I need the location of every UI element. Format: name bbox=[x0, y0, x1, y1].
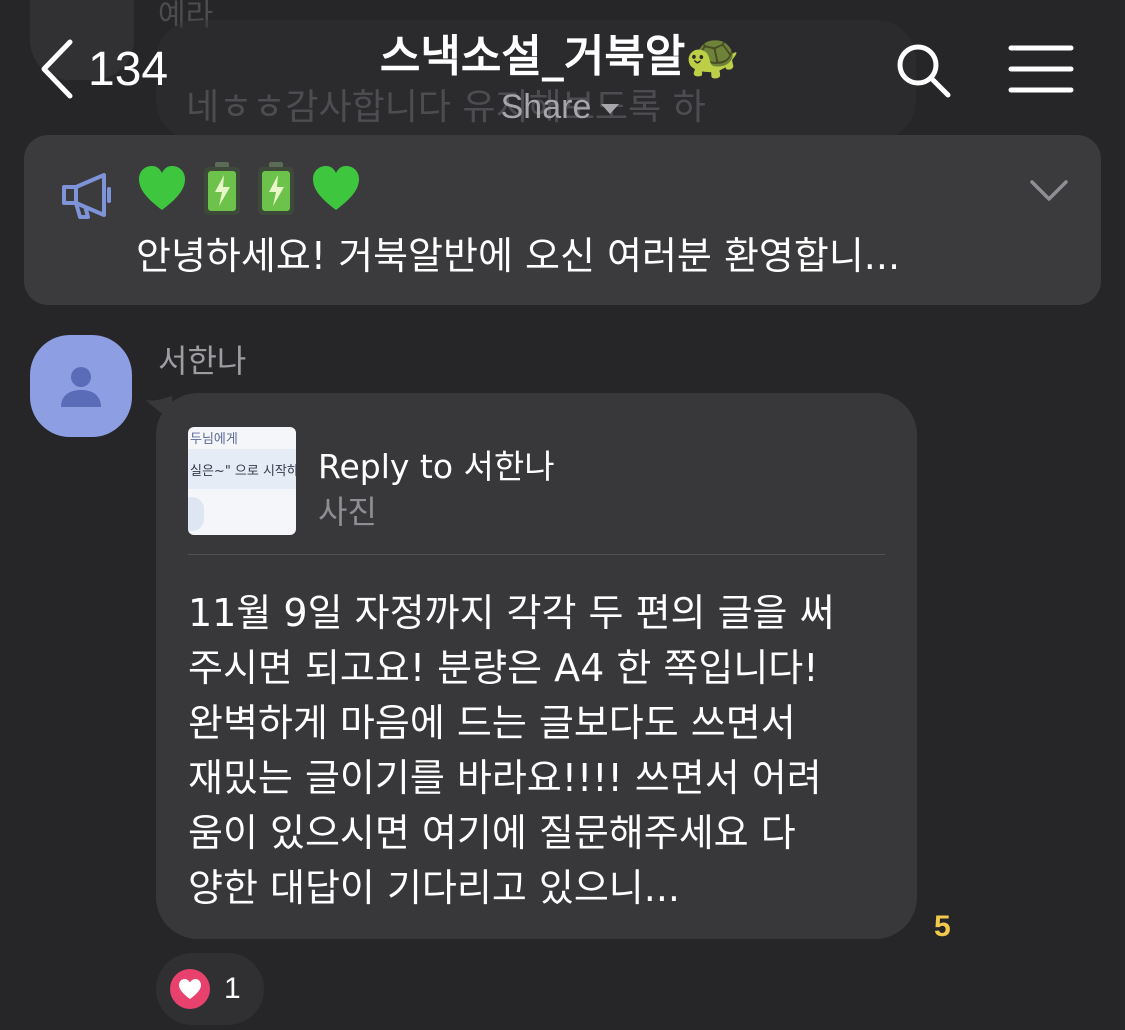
person-icon bbox=[61, 367, 101, 407]
search-icon[interactable] bbox=[893, 40, 953, 100]
reply-divider bbox=[188, 554, 885, 555]
thumbnail-text-middle: 실은~" 으로 시작하 bbox=[190, 464, 296, 479]
battery-icon bbox=[204, 162, 240, 215]
chat-header: 134 스낵소설_거북알🐢 Share bbox=[0, 0, 1125, 130]
share-dropdown[interactable]: Share bbox=[300, 88, 820, 127]
megaphone-icon bbox=[62, 173, 111, 219]
notice-text: 안녕하세요! 거북알반에 오신 여러분 환영합니... bbox=[136, 234, 901, 278]
reaction-chip[interactable]: 1 bbox=[156, 953, 264, 1025]
chat-title-area[interactable]: 스낵소설_거북알🐢 Share bbox=[300, 20, 820, 127]
share-label: Share bbox=[500, 88, 592, 126]
chevron-left-icon bbox=[41, 39, 73, 99]
caret-down-icon bbox=[601, 104, 620, 115]
thumbnail-shape bbox=[188, 497, 204, 531]
notice-emoji-row bbox=[136, 161, 362, 217]
back-unread-count: 134 bbox=[88, 42, 169, 96]
green-heart-icon bbox=[313, 166, 359, 210]
reply-subtitle: 사진 bbox=[318, 493, 377, 531]
reply-thumbnail[interactable]: 두님에게 실은~" 으로 시작하 bbox=[188, 427, 296, 535]
thumbnail-text-top: 두님에게 bbox=[190, 432, 238, 447]
heart-icon bbox=[170, 969, 210, 1009]
notice-banner[interactable]: 안녕하세요! 거북알반에 오신 여러분 환영합니... bbox=[24, 135, 1101, 305]
menu-icon[interactable] bbox=[1008, 44, 1074, 94]
sender-avatar[interactable] bbox=[30, 335, 132, 437]
back-button[interactable]: 134 bbox=[40, 34, 168, 104]
chat-title: 스낵소설_거북알🐢 bbox=[379, 31, 741, 82]
reaction-count: 1 bbox=[224, 972, 241, 1005]
message-text: 11월 9일 자정까지 각각 두 편의 글을 써 주시면 되고요! 분량은 A4… bbox=[188, 591, 835, 910]
unread-count: 5 bbox=[934, 910, 951, 943]
battery-icon bbox=[258, 162, 294, 215]
green-heart-icon bbox=[139, 166, 185, 210]
chevron-down-icon[interactable] bbox=[1029, 179, 1069, 203]
sender-name: 서한나 bbox=[158, 342, 247, 380]
reply-title[interactable]: Reply to 서한나 bbox=[318, 440, 555, 488]
